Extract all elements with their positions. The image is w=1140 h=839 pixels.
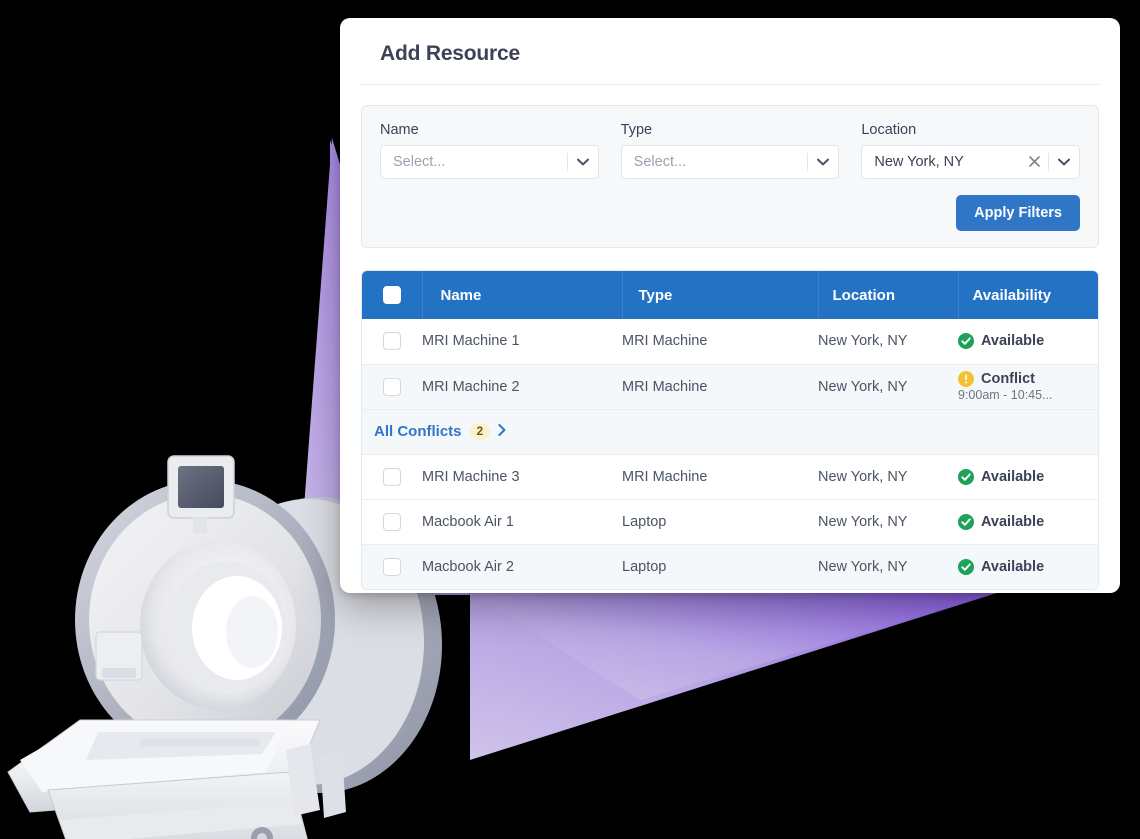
type-filter-label: Type [620, 122, 653, 138]
location-select[interactable]: New York, NY [861, 145, 1081, 179]
cell-type: Laptop [622, 544, 818, 589]
table-row[interactable]: MRI Machine 3 MRI Machine New York, NY A… [362, 454, 1098, 500]
table-header: Name Type Location Availability [362, 271, 1098, 319]
cell-availability: Available [958, 454, 1098, 500]
location-select-value: New York, NY [874, 154, 964, 170]
table-row[interactable]: MRI Machine 2 MRI Machine New York, NY C… [362, 364, 1098, 410]
status-badge: Available [981, 468, 1045, 485]
apply-filters-button[interactable]: Apply Filters [956, 195, 1080, 231]
cell-location: New York, NY [818, 544, 958, 589]
all-conflicts-cell: All Conflicts 2 [362, 409, 1098, 455]
row-checkbox-cell [362, 454, 422, 500]
cell-name: Macbook Air 1 [422, 499, 622, 545]
select-divider [566, 153, 568, 171]
cell-name: MRI Machine 1 [422, 319, 622, 365]
cell-availability: Conflict 9:00am - 10:45... [958, 364, 1098, 410]
select-all-header [362, 271, 423, 319]
add-resource-card: Add Resource Name Select... Type Select.… [340, 18, 1120, 593]
checkbox-icon[interactable] [382, 286, 401, 305]
table-body: MRI Machine 1 MRI Machine New York, NY A… [362, 319, 1098, 589]
column-header-availability[interactable]: Availability [958, 271, 1098, 319]
table-row[interactable]: Macbook Air 1 Laptop New York, NY Availa… [362, 499, 1098, 545]
chevron-down-icon[interactable] [1051, 158, 1077, 166]
checkbox-icon[interactable] [383, 332, 401, 351]
status-badge: Available [981, 333, 1045, 350]
cell-location: New York, NY [818, 499, 958, 545]
all-conflicts-label: All Conflicts [374, 423, 462, 440]
filter-field-name: Name Select... [380, 122, 599, 179]
table-row[interactable]: Macbook Air 2 Laptop New York, NY Availa… [362, 544, 1098, 589]
chevron-down-icon[interactable] [570, 158, 596, 166]
cell-location: New York, NY [818, 454, 958, 500]
cell-availability: Available [958, 499, 1098, 545]
conflict-time-range: 9:00am - 10:45... [958, 388, 1053, 402]
column-header-location[interactable]: Location [818, 271, 959, 319]
checkbox-icon[interactable] [383, 377, 401, 396]
all-conflicts-link[interactable]: All Conflicts 2 [362, 422, 1098, 441]
select-divider [807, 153, 809, 171]
filters-panel: Name Select... Type Select... Location N… [361, 105, 1099, 248]
cell-location: New York, NY [818, 364, 958, 410]
cell-location: New York, NY [818, 319, 958, 365]
chevron-right-icon[interactable] [498, 424, 506, 439]
resources-table-wrapper: Name Type Location Availability MRI Mach… [361, 270, 1099, 590]
name-filter-label: Name [380, 122, 419, 138]
cell-name: MRI Machine 3 [422, 454, 622, 500]
location-filter-label: Location [861, 122, 917, 138]
type-select-value: Select... [633, 154, 687, 170]
select-divider [1048, 153, 1050, 171]
checkbox-icon[interactable] [383, 467, 401, 486]
cell-type: Laptop [622, 499, 818, 545]
status-badge: Conflict [981, 371, 1035, 387]
check-circle-icon [958, 333, 974, 350]
cell-type: MRI Machine [622, 454, 818, 500]
column-header-name[interactable]: Name [422, 271, 623, 319]
filter-field-type: Type Select... [620, 122, 840, 179]
page-title: Add Resource [360, 18, 1100, 85]
close-icon[interactable] [1023, 155, 1046, 170]
type-select[interactable]: Select... [620, 145, 840, 179]
check-circle-icon [958, 468, 974, 485]
filters-actions: Apply Filters [380, 195, 1080, 231]
name-select[interactable]: Select... [380, 145, 599, 179]
warning-circle-icon [958, 371, 974, 387]
status-badge: Available [981, 513, 1045, 530]
cell-type: MRI Machine [622, 364, 818, 410]
cell-availability: Available [958, 319, 1098, 365]
column-header-type[interactable]: Type [622, 271, 819, 319]
row-checkbox-cell [362, 319, 422, 365]
all-conflicts-row[interactable]: All Conflicts 2 [362, 409, 1098, 455]
cell-name: MRI Machine 2 [422, 364, 622, 410]
checkbox-icon[interactable] [383, 557, 401, 576]
screenshot-stage: Add Resource Name Select... Type Select.… [0, 0, 1140, 839]
cell-type: MRI Machine [622, 319, 818, 365]
filter-field-location: Location New York, NY [861, 122, 1081, 179]
row-checkbox-cell [362, 364, 422, 410]
table-header-row: Name Type Location Availability [362, 271, 1098, 319]
row-checkbox-cell [362, 544, 422, 589]
filter-row: Name Select... Type Select... Location N… [380, 122, 1081, 179]
status-badge: Available [981, 558, 1045, 575]
check-circle-icon [958, 558, 974, 575]
chevron-down-icon[interactable] [810, 158, 836, 166]
table-row[interactable]: MRI Machine 1 MRI Machine New York, NY A… [362, 319, 1098, 365]
row-checkbox-cell [362, 499, 422, 545]
checkbox-icon[interactable] [383, 512, 401, 531]
cell-availability: Available [958, 544, 1098, 589]
conflicts-count-badge: 2 [469, 422, 491, 441]
cell-name: Macbook Air 2 [422, 544, 622, 589]
check-circle-icon [958, 513, 974, 530]
name-select-value: Select... [393, 154, 446, 170]
resources-table: Name Type Location Availability MRI Mach… [362, 271, 1098, 589]
